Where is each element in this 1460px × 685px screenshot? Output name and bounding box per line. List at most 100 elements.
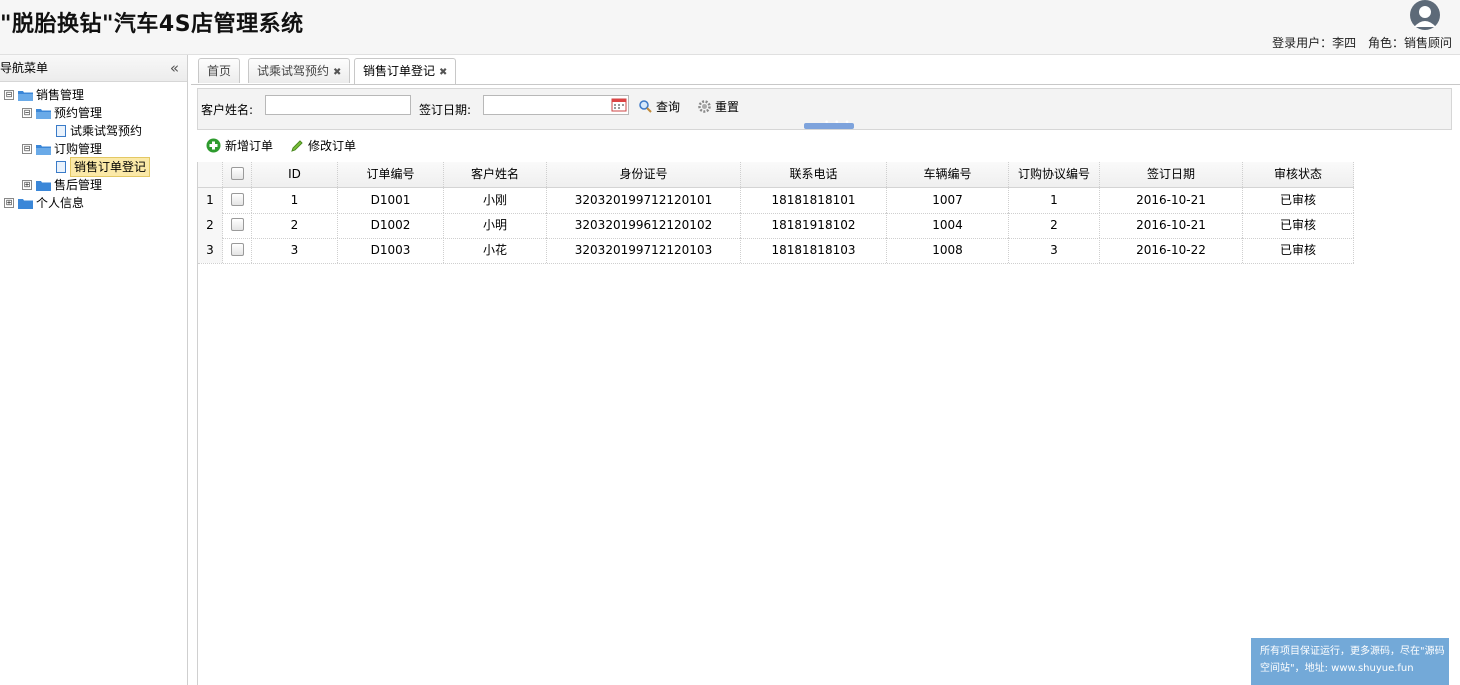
tree-node-label: 预约管理 [54,106,103,120]
tree-node-label: 销售管理 [36,88,85,102]
tree-node-sales[interactable]: ⊟ 销售管理 [4,86,84,104]
tab-label: 销售订单登记 [363,64,436,78]
row-number: 2 [198,213,223,238]
row-select-cell [223,188,252,213]
tree-node-after-sales[interactable]: ⊞ 售后管理 [22,176,102,194]
select-all-checkbox[interactable] [230,167,244,180]
main-content: 首页 试乘试驾预约 ✖ 销售订单登记 ✖ 客户姓名: 签订日期: 查询 重置 • •… [191,55,1460,685]
edit-order-button[interactable]: 修改订单 [290,137,356,154]
query-label: 查询 [656,100,681,114]
cell-sign-date: 2016-10-22 [1100,238,1243,263]
login-user-label: 登录用户：李四 [1272,36,1357,50]
app-title: "脱胎换钻"汽车4S店管理系统 [0,12,304,37]
collapse-toggle-icon[interactable]: ⊟ [22,108,32,118]
table-row[interactable]: 3 3 D1003 小花 320320199712120103 18181818… [198,238,1354,264]
cell-customer-name: 小刚 [444,188,547,213]
tree-node-purchase[interactable]: ⊟ 订购管理 [22,140,102,158]
tab-bar: 首页 试乘试驾预约 ✖ 销售订单登记 ✖ [191,55,1460,85]
nav-title: 导航菜单 [0,61,49,75]
pencil-icon [291,139,303,152]
col-header-sign-date[interactable]: 签订日期 [1100,162,1243,187]
cell-id: 1 [252,188,338,213]
cell-phone: 18181818101 [741,188,887,213]
cell-customer-name: 小明 [444,213,547,238]
add-icon [206,138,221,153]
promo-notice: 所有项目保证运行，更多源码，尽在"源码 空间站"，地址: www.shuyue.… [1251,638,1449,685]
sign-date-label: 签订日期: [419,103,472,117]
tree-node-label: 试乘试驾预约 [70,124,143,138]
row-number: 1 [198,188,223,213]
collapse-left-icon[interactable]: « [170,55,179,81]
sign-date-input[interactable] [483,95,629,115]
cell-car-no: 1008 [887,238,1009,263]
customer-name-label: 客户姓名: [201,103,254,117]
row-checkbox[interactable] [230,193,244,206]
col-header-id-card[interactable]: 身份证号 [547,162,741,187]
col-header-status[interactable]: 审核状态 [1243,162,1354,187]
col-header-agreement-no[interactable]: 订购协议编号 [1009,162,1100,187]
promo-line-2: 空间站"，地址: www.shuyue.fun [1260,663,1414,674]
folder-open-icon [18,90,33,101]
tree-node-sales-order[interactable]: 销售订单登记 [56,157,151,177]
document-icon [56,161,66,173]
expand-toggle-icon[interactable]: ⊞ [4,198,14,208]
row-checkbox[interactable] [230,243,244,256]
user-avatar-icon[interactable] [1408,0,1442,32]
table-row[interactable]: 1 1 D1001 小刚 320320199712120101 18181818… [198,188,1354,214]
folder-icon [36,180,51,191]
row-select-cell [223,213,252,238]
nav-header: 导航菜单 « [0,55,187,82]
col-header-customer-name[interactable]: 客户姓名 [444,162,547,187]
app-header: "脱胎换钻"汽车4S店管理系统 登录用户：李四 角色：销售顾问 [0,0,1460,55]
add-order-button[interactable]: 新增订单 [206,137,273,154]
table-row[interactable]: 2 2 D1002 小明 320320199612120102 18181918… [198,213,1354,239]
cell-status: 已审核 [1243,213,1354,238]
gear-icon [698,100,711,113]
cell-agreement-no: 2 [1009,213,1100,238]
col-header-phone[interactable]: 联系电话 [741,162,887,187]
query-button[interactable]: 查询 [639,98,680,115]
cell-status: 已审核 [1243,238,1354,263]
role-label: 角色：销售顾问 [1367,36,1452,50]
tab-label: 首页 [207,64,232,78]
cell-order-no: D1003 [338,238,444,263]
tree-node-test-drive[interactable]: 试乘试驾预约 [56,122,142,140]
grid-toolbar: 新增订单 修改订单 [197,132,1456,160]
cell-sign-date: 2016-10-21 [1100,213,1243,238]
folder-open-icon [36,108,51,119]
cell-customer-name: 小花 [444,238,547,263]
add-order-label: 新增订单 [225,139,274,153]
close-icon[interactable]: ✖ [333,67,341,78]
close-icon[interactable]: ✖ [439,67,447,78]
tab-test-drive[interactable]: 试乘试驾预约 ✖ [248,58,351,83]
customer-name-input[interactable] [265,95,411,115]
folder-icon [18,198,33,209]
tab-sales-order[interactable]: 销售订单登记 ✖ [354,58,457,84]
reset-button[interactable]: 重置 [698,98,739,115]
tree-node-personal[interactable]: ⊞ 个人信息 [4,194,84,212]
collapse-toggle-icon[interactable]: ⊟ [4,90,14,100]
collapse-toggle-icon[interactable]: ⊟ [22,144,32,154]
grid-header: ID 订单编号 客户姓名 身份证号 联系电话 车辆编号 订购协议编号 签订日期 … [198,162,1354,188]
cell-agreement-no: 3 [1009,238,1100,263]
cell-agreement-no: 1 [1009,188,1100,213]
cell-id-card: 320320199712120101 [547,188,741,213]
row-number: 3 [198,238,223,263]
cell-phone: 18181918102 [741,213,887,238]
col-header-car-no[interactable]: 车辆编号 [887,162,1009,187]
rownum-header [198,162,223,187]
cell-id-card: 320320199712120103 [547,238,741,263]
calendar-icon[interactable] [611,97,627,112]
tree-node-appointment[interactable]: ⊟ 预约管理 [22,104,102,122]
col-header-order-no[interactable]: 订单编号 [338,162,444,187]
row-checkbox[interactable] [230,218,244,231]
col-header-id[interactable]: ID [252,162,338,187]
orders-grid: ID 订单编号 客户姓名 身份证号 联系电话 车辆编号 订购协议编号 签订日期 … [197,162,1460,685]
reset-label: 重置 [715,100,740,114]
tab-home[interactable]: 首页 [198,58,241,83]
collapse-handle[interactable]: • • • [804,118,854,129]
folder-open-icon [36,144,51,155]
tree-node-label: 个人信息 [36,196,85,210]
expand-toggle-icon[interactable]: ⊞ [22,180,32,190]
promo-line-1: 所有项目保证运行，更多源码，尽在"源码 [1260,646,1445,657]
